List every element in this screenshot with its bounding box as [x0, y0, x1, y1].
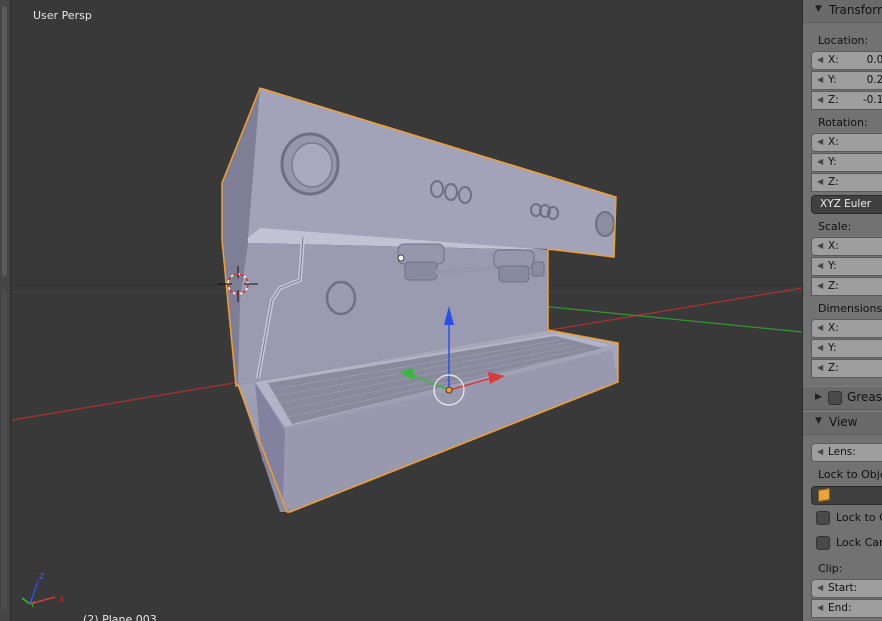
axis-y-label: Y	[30, 600, 35, 609]
rotation-label: Rotation:	[818, 116, 868, 129]
transform-panel-header[interactable]: ▼ Transform	[803, 0, 882, 23]
properties-panel[interactable]: ▼ Transform Location: ◀X:0.00 ◀Y:0.24 ◀Z…	[802, 0, 882, 621]
scale-x-field[interactable]: ◀X:0	[811, 237, 882, 256]
decrement-arrow-icon: ◀	[817, 583, 824, 592]
decrement-arrow-icon: ◀	[817, 55, 824, 64]
dimensions-z-field[interactable]: ◀ Z:	[811, 359, 882, 378]
dimensions-x-field[interactable]: ◀ X:	[811, 319, 882, 338]
decrement-arrow-icon: ◀	[817, 177, 824, 186]
decrement-arrow-icon: ◀	[817, 363, 824, 372]
decrement-arrow-icon: ◀	[817, 137, 824, 146]
lock-to-cursor-checkbox[interactable]	[816, 511, 830, 525]
decrement-arrow-icon: ◀	[817, 447, 824, 456]
rotation-x-field[interactable]: ◀ X:	[811, 133, 882, 152]
lock-to-cursor-label: Lock to C	[836, 511, 882, 524]
location-z-field[interactable]: ◀Z:-0.14	[811, 91, 882, 110]
location-label: Location:	[818, 34, 869, 47]
decrement-arrow-icon: ◀	[817, 603, 824, 612]
decrement-arrow-icon: ◀	[817, 157, 824, 166]
orientation-axes	[21, 580, 56, 605]
clip-end-field[interactable]: ◀ End:	[811, 599, 882, 618]
location-x-field[interactable]: ◀X:0.00	[811, 51, 882, 70]
rotation-z-field[interactable]: ◀ Z:	[811, 173, 882, 192]
axis-x-label: X	[59, 595, 65, 604]
decrement-arrow-icon: ◀	[817, 261, 824, 270]
decrement-arrow-icon: ◀	[817, 343, 824, 352]
axis-z-label: Z	[39, 572, 45, 581]
collapse-triangle-icon: ▼	[815, 4, 822, 14]
decrement-arrow-icon: ◀	[817, 323, 824, 332]
scale-label: Scale:	[818, 220, 852, 233]
decrement-arrow-icon: ◀	[817, 75, 824, 84]
lens-field[interactable]: ◀ Lens:	[811, 443, 882, 462]
view-mode-label: User Persp	[33, 9, 92, 22]
active-object-label: (2) Plane.003	[83, 613, 157, 621]
lock-to-object-label: Lock to Obje	[818, 468, 882, 481]
rotation-mode-dropdown[interactable]: XYZ Euler	[811, 195, 882, 214]
lock-object-field[interactable]	[811, 486, 882, 505]
lock-camera-checkbox[interactable]	[816, 536, 830, 550]
scale-y-field[interactable]: ◀Y:0	[811, 257, 882, 276]
grease-pencil-panel-header[interactable]: ▶ Grease	[803, 386, 882, 410]
collapse-triangle-icon: ▼	[815, 416, 822, 426]
decrement-arrow-icon: ◀	[817, 281, 824, 290]
expand-triangle-icon: ▶	[815, 392, 822, 402]
object-cube-icon	[818, 487, 830, 503]
dimensions-label: Dimensions:	[818, 302, 882, 315]
rotation-y-field[interactable]: ◀ Y:	[811, 153, 882, 172]
decrement-arrow-icon: ◀	[817, 241, 824, 250]
dimensions-y-field[interactable]: ◀ Y:	[811, 339, 882, 358]
grease-pencil-checkbox[interactable]	[828, 391, 842, 405]
clip-start-field[interactable]: ◀ Start:	[811, 579, 882, 598]
scene-render[interactable]	[0, 0, 802, 621]
clip-label: Clip:	[818, 562, 843, 575]
decrement-arrow-icon: ◀	[817, 95, 824, 104]
lock-camera-label: Lock Cam	[836, 536, 882, 549]
view-panel-header[interactable]: ▼ View	[803, 411, 882, 435]
scale-z-field[interactable]: ◀Z:0	[811, 277, 882, 296]
3d-viewport[interactable]: User Persp (2) Plane.003 X Y Z	[0, 0, 802, 621]
location-y-field[interactable]: ◀Y:0.24	[811, 71, 882, 90]
